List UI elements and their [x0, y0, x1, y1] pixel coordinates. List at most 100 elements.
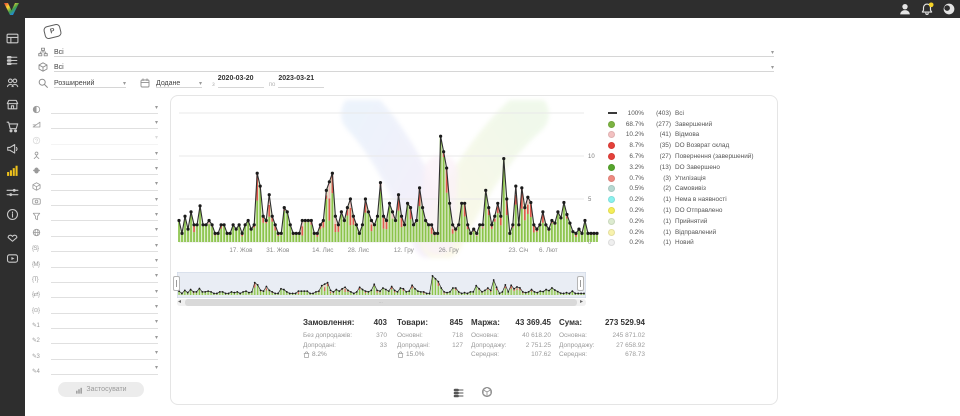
orders-timeline-chart[interactable]: 0510 — [177, 104, 599, 250]
sidebar-item-cart[interactable] — [0, 115, 25, 137]
filter-select[interactable]: ▾ — [51, 209, 158, 221]
app: { "topbar": { "icons": ["user-icon","bel… — [0, 0, 960, 416]
legend-item[interactable]: 0.2%(1)DO Отправлено — [608, 205, 773, 216]
stat-sub-label: Допродані: — [303, 341, 336, 351]
legend-cnt: (41) — [648, 131, 671, 138]
filter-select[interactable]: ▾ — [51, 317, 158, 329]
stat-column: Маржа:43 369.45Основна:40 618.20Допродаж… — [471, 318, 551, 360]
filter-select[interactable]: ▾ — [51, 194, 158, 206]
x-axis-label: 31. Жов — [266, 247, 289, 254]
magnifier-icon[interactable] — [38, 78, 48, 88]
product-filter-row: Всі ▾ — [38, 59, 774, 72]
filter-select[interactable]: ▾ — [51, 240, 158, 252]
filter-select[interactable]: ▾ — [51, 163, 158, 175]
stat-column: Замовлення:403Без допродажів:370Допродан… — [303, 318, 387, 358]
bell-icon[interactable] — [920, 2, 934, 16]
legend-cnt: (35) — [648, 142, 671, 149]
x-axis-label: 12. Гру — [394, 247, 414, 254]
date-from-input[interactable]: 2020-03-20 — [218, 75, 264, 88]
user-icon[interactable] — [898, 2, 912, 16]
legend-item[interactable]: 0.2%(1)Відправлений — [608, 227, 773, 238]
filter-select[interactable]: ▾ — [51, 332, 158, 344]
filter-row-braces-t: {Т}▾ — [32, 270, 158, 283]
legend-item[interactable]: 100%(403)Всі — [608, 108, 773, 119]
sidebar-item-analytics[interactable] — [0, 159, 25, 181]
filter-row-help-circle: ▾ — [32, 132, 158, 145]
megaphone-icon — [6, 142, 19, 155]
legend-pct: 3.2% — [619, 164, 644, 171]
filter-preset-tag[interactable]: Р — [43, 23, 63, 40]
filter-select[interactable]: ▾ — [51, 302, 158, 314]
filter-select[interactable]: ▾ — [51, 179, 158, 191]
sidebar-item-sliders[interactable] — [0, 181, 25, 203]
scroll-left-icon[interactable]: ◂ — [178, 298, 181, 306]
legend-pct: 0.2% — [619, 239, 644, 246]
sidebar-item-orders[interactable] — [0, 49, 25, 71]
theme-icon[interactable] — [942, 2, 956, 16]
chevron-down-icon: ▾ — [771, 50, 774, 56]
category-filter-select[interactable]: Всі ▾ — [54, 44, 774, 57]
filter-row-cube: ▾ — [32, 178, 158, 191]
filter-row-head: ▾ — [32, 162, 158, 175]
scroll-right-icon[interactable]: ▸ — [580, 298, 583, 306]
apply-label: Застосувати — [86, 386, 126, 393]
legend-item[interactable]: 0.2%(1)Нема в наявності — [608, 194, 773, 205]
app-logo-icon[interactable] — [3, 1, 20, 17]
legend-item[interactable]: 0.2%(1)Новий — [608, 238, 773, 249]
legend-item[interactable]: 8.7%(35)DO Возврат склад — [608, 140, 773, 151]
filter-select[interactable]: ▾ — [51, 117, 158, 129]
stat-sub-value: 245 871.02 — [612, 331, 645, 341]
filter-select[interactable]: ▾ — [51, 286, 158, 298]
cart-icon — [6, 120, 19, 133]
chevron-down-icon: ▾ — [155, 304, 158, 310]
legend-swatch — [608, 112, 617, 114]
date-from-label: з — [212, 82, 215, 88]
filter-select[interactable]: ▾ — [51, 225, 158, 237]
chevron-down-icon: ▾ — [155, 105, 158, 111]
legend-item[interactable]: 0.5%(2)Самовивіз — [608, 184, 773, 195]
legend-item[interactable]: 6.7%(27)Повернення (завершений) — [608, 151, 773, 162]
legend-pct: 0.7% — [619, 175, 644, 182]
filter-select[interactable]: ▾ — [51, 271, 158, 283]
filter-select[interactable]: ▾ — [51, 102, 158, 114]
minimap-right-handle[interactable] — [577, 276, 584, 291]
minimap-left-handle[interactable] — [173, 276, 180, 291]
stat-sub-value: 127 — [452, 341, 463, 351]
legend-item[interactable]: 0.2%(1)Прийнятий — [608, 216, 773, 227]
legend-item[interactable]: 68.7%(277)Завершений — [608, 119, 773, 130]
date-field-select[interactable]: Додане ▾ — [156, 75, 202, 88]
braces-dot-icon: {⊙} — [32, 307, 43, 314]
legend-item[interactable]: 0.7%(3)Утилізація — [608, 173, 773, 184]
legend-cnt: (13) — [648, 164, 671, 171]
sidebar-item-megaphone[interactable] — [0, 137, 25, 159]
stat-sub-value: 370 — [376, 331, 387, 341]
filter-select[interactable]: ▾ — [51, 348, 158, 360]
sidebar-item-store[interactable] — [0, 93, 25, 115]
legend-item[interactable]: 3.2%(13)DO Завершено — [608, 162, 773, 173]
filter-select[interactable]: ▾ — [51, 133, 158, 145]
search-mode-select[interactable]: Розширений ▾ — [54, 75, 126, 88]
sidebar-item-dashboard[interactable] — [0, 27, 25, 49]
sidebar-item-info[interactable] — [0, 203, 25, 225]
sidebar-item-hand[interactable] — [0, 225, 25, 247]
legend-cnt: (1) — [648, 218, 671, 225]
filter-select[interactable]: ▾ — [51, 256, 158, 268]
apply-button[interactable]: Застосувати — [58, 382, 144, 397]
chart-minimap[interactable] — [177, 272, 586, 298]
filter-select[interactable]: ▾ — [51, 148, 158, 160]
filter-row-braces-s: {S}▾ — [32, 239, 158, 252]
products-view-icon[interactable] — [481, 385, 493, 403]
date-to-input[interactable]: 2023-03-21 — [278, 75, 324, 88]
sidebar-item-customers[interactable] — [0, 71, 25, 93]
sidebar-item-video[interactable] — [0, 247, 25, 269]
legend-swatch — [608, 175, 615, 182]
filter-row-braces-m: {М}▾ — [32, 255, 158, 268]
table-view-icon[interactable] — [453, 386, 465, 404]
filter-select[interactable]: ▾ — [51, 363, 158, 375]
custom-field-4-icon: ✎4 — [32, 368, 39, 375]
legend-lbl: Всі — [675, 110, 684, 117]
product-filter-select[interactable]: Всі ▾ — [54, 59, 774, 72]
chart-scrollbar-thumb[interactable]: ⋯ — [185, 299, 577, 306]
chart-x-axis: 17. Жов31. Жов14. Лис28. Лис12. Гру26. Г… — [177, 247, 597, 257]
legend-item[interactable]: 10.2%(41)Відмова — [608, 130, 773, 141]
